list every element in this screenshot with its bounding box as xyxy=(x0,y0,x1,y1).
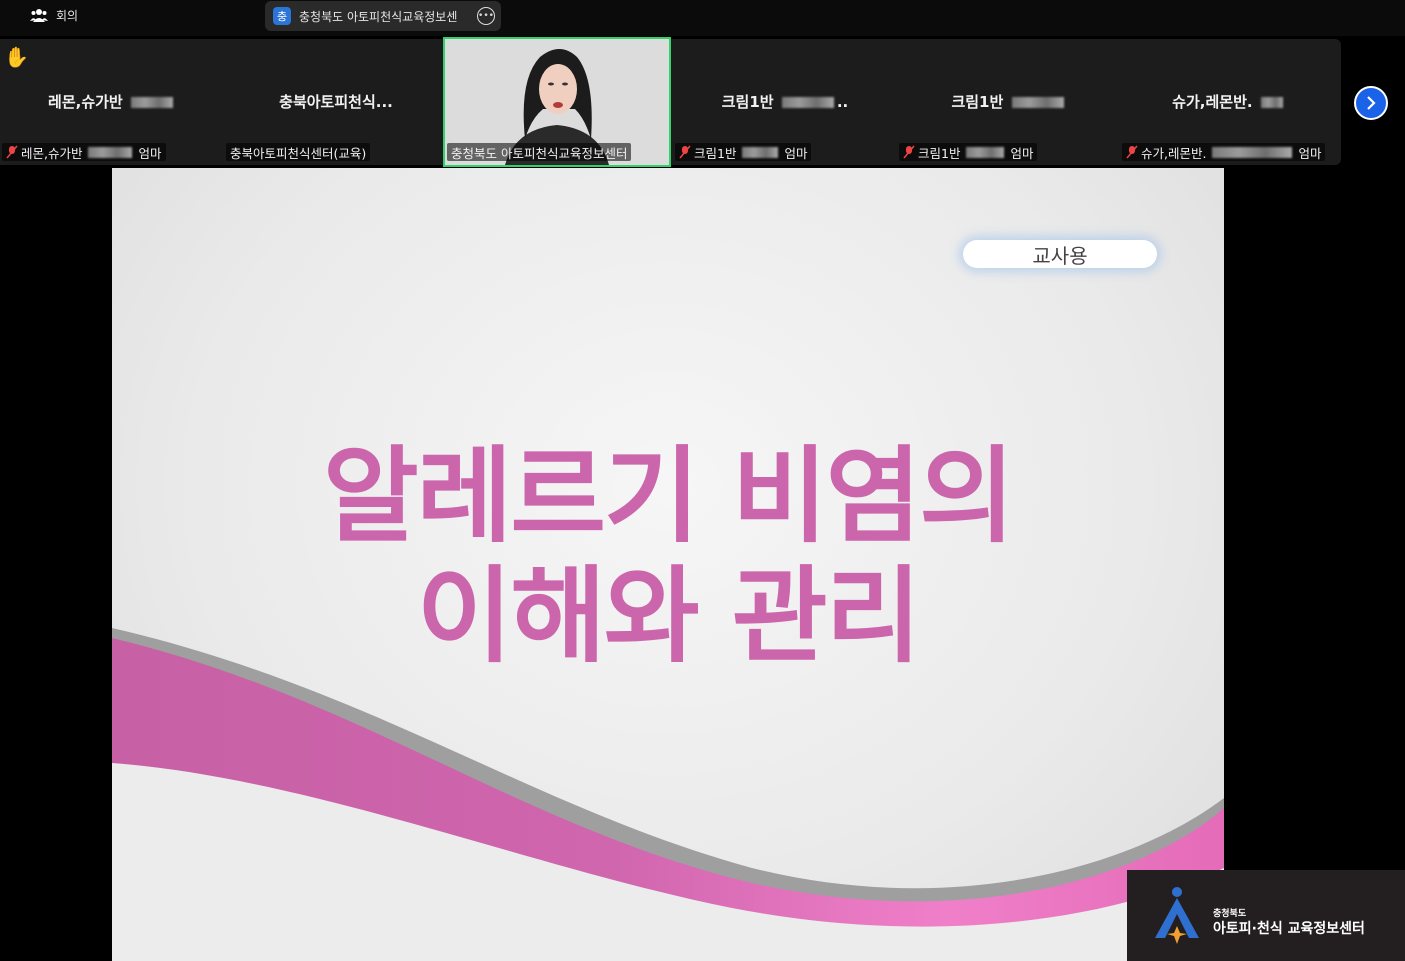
participant-display-name: 슈가,레몬반. xyxy=(1120,91,1338,112)
participant-tile[interactable]: 레몬,슈가반 레몬,슈가반 엄마 xyxy=(0,39,224,165)
participant-name-label: 슈가,레몬반. 엄마 xyxy=(1122,143,1326,161)
participant-display-name: 크림1반 xyxy=(897,91,1121,112)
sharer-avatar: 충 xyxy=(273,7,291,25)
shared-slide: 교사용 알레르기 비염의 이해와 관리 xyxy=(112,168,1224,961)
meeting-menu[interactable]: 회의 xyxy=(30,4,78,26)
center-logo: 충청북도 아토피·천식 교육정보센터 xyxy=(1127,870,1405,961)
participant-name-label: 충북아토피천식센터(교육) xyxy=(226,143,371,161)
slide-title-line1: 알레르기 비염의 xyxy=(323,435,1015,557)
participant-display-name: 레몬,슈가반 xyxy=(0,91,224,112)
active-speaker-tile[interactable]: 충청북도 아토피천식교육정보센터 xyxy=(443,37,671,167)
participant-name-label: 크림1반 엄마 xyxy=(675,143,812,161)
center-logo-icon xyxy=(1155,887,1199,944)
more-options-icon[interactable]: ••• xyxy=(477,7,495,25)
meeting-label: 회의 xyxy=(56,8,79,23)
screen-share-indicator[interactable]: 충 충청북도 아토피천식교육정보센 ••• xyxy=(265,1,501,31)
participant-name-label: 크림1반 엄마 xyxy=(899,143,1038,161)
participant-name-label: 레몬,슈가반 엄마 xyxy=(2,143,166,161)
participant-display-name: 크림1반 .. xyxy=(721,93,849,111)
mic-muted-icon xyxy=(679,145,691,159)
participant-tile[interactable]: 크림1반 .. 크림1반 엄마 xyxy=(673,39,897,165)
teacher-badge: 교사용 xyxy=(963,240,1157,268)
slide-title-line2: 이해와 관리 xyxy=(416,555,922,677)
participant-tile[interactable]: 충북아토피천식... 충북아토피천식센터(교육) xyxy=(224,39,448,165)
mic-muted-icon xyxy=(1126,145,1138,159)
next-page-button[interactable] xyxy=(1354,86,1388,120)
chevron-right-icon xyxy=(1367,96,1376,110)
participant-strip: ✋ 레몬,슈가반 레몬,슈가반 엄마 충북아토피천식... 충북아토피천식센터(교… xyxy=(0,37,1341,167)
sharer-name: 충청북도 아토피천식교육정보센 xyxy=(299,9,458,24)
mic-muted-icon xyxy=(6,145,18,159)
participant-tile[interactable]: 크림1반 크림1반 엄마 xyxy=(897,39,1121,165)
mic-muted-icon xyxy=(903,145,915,159)
logo-title: 아토피·천식 교육정보센터 xyxy=(1213,921,1365,937)
participant-tile[interactable]: 슈가,레몬반. 슈가,레몬반. 엄마 xyxy=(1120,39,1338,165)
top-bar: 회의 충 충청북도 아토피천식교육정보센 ••• xyxy=(0,0,1405,36)
participants-icon xyxy=(30,9,48,22)
participant-display-name: 충북아토피천식... xyxy=(279,93,393,111)
participant-name-label: 충청북도 아토피천식교육정보센터 xyxy=(447,143,632,161)
